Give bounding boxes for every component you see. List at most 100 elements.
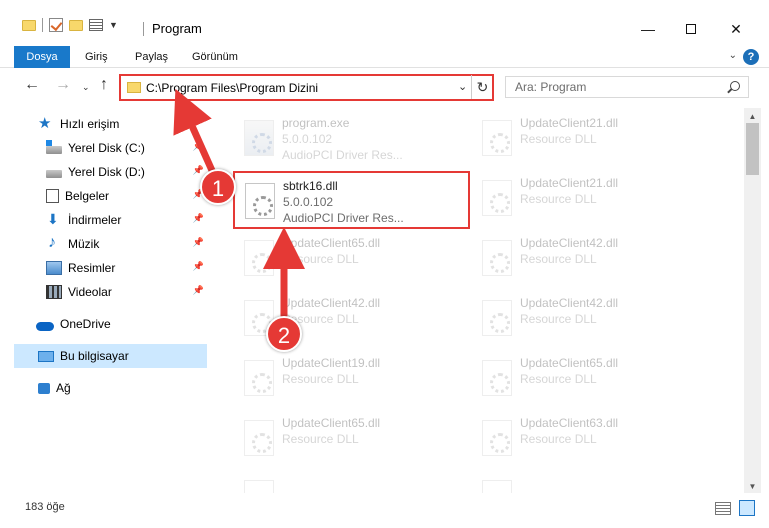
file-item[interactable]: UpdateClient19.dll Resource DLL xyxy=(234,350,464,406)
refresh-icon[interactable]: ↻ xyxy=(471,75,493,99)
close-icon: ✕ xyxy=(730,20,742,37)
customize-view-icon[interactable] xyxy=(89,19,103,31)
back-arrow-icon[interactable]: ← xyxy=(24,76,40,94)
tab-file[interactable]: Dosya xyxy=(14,46,70,68)
navigation-pane: Hızlı erişim Yerel Disk (C:) 📌 Yerel Dis… xyxy=(0,108,212,493)
file-item[interactable]: UpdateClient65.dll Resource DLL xyxy=(234,410,464,466)
pictures-icon xyxy=(46,261,62,275)
sidebar-item-label: Resimler xyxy=(68,261,116,275)
file-name: UpdateClient65.dll xyxy=(282,236,381,250)
new-folder-icon[interactable] xyxy=(69,19,83,31)
dll-file-icon xyxy=(482,480,512,493)
file-name: UpdateClient65.dll xyxy=(520,356,619,370)
file-item[interactable]: UpdateClient65.dll Resource DLL xyxy=(472,350,702,406)
file-name: UpdateClient21.dll xyxy=(520,116,619,130)
sidebar-item-pictures[interactable]: Resimler 📌 xyxy=(46,256,207,280)
download-icon xyxy=(46,211,62,228)
file-type: Resource DLL xyxy=(520,132,597,146)
close-button[interactable]: ✕ xyxy=(713,14,759,44)
cloud-icon xyxy=(36,321,54,331)
details-view-icon[interactable] xyxy=(715,502,731,515)
tab-view[interactable]: Görünüm xyxy=(192,46,238,68)
file-item[interactable]: program.exe 5.0.0.102 AudioPCI Driver Re… xyxy=(234,110,464,166)
search-input[interactable]: Ara: Program xyxy=(505,76,749,98)
vertical-scrollbar[interactable]: ▲ ▼ xyxy=(744,108,761,493)
maximize-button[interactable] xyxy=(668,14,714,44)
file-type: Resource DLL xyxy=(520,252,597,266)
file-item[interactable]: UpdateClient65.dll Resource DLL xyxy=(234,230,464,286)
tiles-view-icon[interactable] xyxy=(739,500,755,516)
file-name: UpdateClient42.dll xyxy=(520,236,619,250)
file-description: AudioPCI Driver Res... xyxy=(282,148,403,162)
pin-icon: 📌 xyxy=(192,261,204,271)
file-type: Resource DLL xyxy=(282,252,359,266)
file-list: program.exe 5.0.0.102 AudioPCI Driver Re… xyxy=(212,108,744,493)
minimize-icon: — xyxy=(641,21,655,37)
network-icon xyxy=(38,382,50,394)
music-icon xyxy=(46,234,62,252)
step-badge-2: 2 xyxy=(266,316,302,352)
chevron-down-icon[interactable]: ⌄ xyxy=(458,80,467,93)
folder-icon xyxy=(127,82,141,93)
sidebar-item-this-pc[interactable]: Bu bilgisayar xyxy=(14,344,207,368)
sidebar-item-drive-c[interactable]: Yerel Disk (C:) 📌 xyxy=(46,136,207,160)
sidebar-item-documents[interactable]: Belgeler 📌 xyxy=(46,184,207,208)
scroll-down-icon[interactable]: ▼ xyxy=(744,482,761,491)
file-item[interactable] xyxy=(472,470,702,493)
address-bar[interactable]: C:\Program Files\Program Dizini ⌄ ↻ xyxy=(119,74,494,101)
file-item-selected[interactable]: sbtrk16.dll 5.0.0.102 AudioPCI Driver Re… xyxy=(233,171,470,229)
file-item[interactable]: UpdateClient42.dll Resource DLL xyxy=(472,230,702,286)
file-type: Resource DLL xyxy=(520,372,597,386)
dll-file-icon xyxy=(482,180,512,216)
ribbon-tabs: Dosya Giriş Paylaş Görünüm ⌄ ? xyxy=(0,46,769,68)
file-name: UpdateClient63.dll xyxy=(520,416,619,430)
dll-file-icon xyxy=(482,420,512,456)
sidebar-item-network[interactable]: Ağ xyxy=(38,376,207,400)
sidebar-item-videos[interactable]: Videolar 📌 xyxy=(46,280,207,304)
pin-icon: 📌 xyxy=(192,141,204,151)
file-type: Resource DLL xyxy=(282,372,359,386)
dll-file-icon xyxy=(482,360,512,396)
file-name: UpdateClient42.dll xyxy=(282,296,381,310)
sidebar-item-label: OneDrive xyxy=(60,317,111,331)
dll-file-icon xyxy=(244,240,274,276)
file-item[interactable] xyxy=(234,470,464,493)
minimize-button[interactable]: — xyxy=(625,14,671,44)
sidebar-item-music[interactable]: Müzik 📌 xyxy=(46,232,207,256)
help-icon[interactable]: ? xyxy=(743,49,759,65)
sidebar-item-drive-d[interactable]: Yerel Disk (D:) 📌 xyxy=(46,160,207,184)
sidebar-item-label: Yerel Disk (C:) xyxy=(68,141,145,155)
file-item[interactable]: UpdateClient21.dll Resource DLL xyxy=(472,170,702,226)
folder-icon xyxy=(22,19,36,31)
tab-home[interactable]: Giriş xyxy=(85,46,108,68)
sidebar-item-label: İndirmeler xyxy=(68,213,122,227)
file-type: Resource DLL xyxy=(282,432,359,446)
sidebar-item-downloads[interactable]: İndirmeler 📌 xyxy=(46,208,207,232)
divider xyxy=(42,18,43,32)
scrollbar-thumb[interactable] xyxy=(746,123,759,175)
sidebar-item-label: Müzik xyxy=(68,237,100,251)
address-path[interactable]: C:\Program Files\Program Dizini xyxy=(146,81,318,95)
file-item[interactable]: UpdateClient21.dll Resource DLL xyxy=(472,110,702,166)
file-item[interactable]: UpdateClient42.dll Resource DLL xyxy=(472,290,702,346)
properties-check-icon[interactable] xyxy=(49,18,63,32)
title-bar: ▼ Program — ✕ xyxy=(0,0,769,44)
expand-ribbon-icon[interactable]: ⌄ xyxy=(729,50,737,61)
videos-icon xyxy=(46,285,62,299)
dll-file-icon xyxy=(245,183,275,219)
tab-share[interactable]: Paylaş xyxy=(135,46,168,68)
file-item[interactable]: UpdateClient63.dll Resource DLL xyxy=(472,410,702,466)
sidebar-item-quick-access[interactable]: Hızlı erişim xyxy=(38,112,207,136)
window-title: Program xyxy=(152,21,202,36)
sidebar-item-onedrive[interactable]: OneDrive xyxy=(36,312,207,336)
up-arrow-icon[interactable]: ↑ xyxy=(100,76,108,94)
recent-locations-icon[interactable]: ⌄ xyxy=(82,82,90,93)
chevron-down-icon[interactable]: ▼ xyxy=(109,20,118,30)
sidebar-item-label: Ağ xyxy=(56,381,71,395)
forward-arrow-icon[interactable]: → xyxy=(55,76,71,94)
item-count: 183 öğe xyxy=(25,501,65,513)
dll-file-icon xyxy=(482,120,512,156)
scroll-up-icon[interactable]: ▲ xyxy=(744,112,761,121)
status-bar: 183 öğe xyxy=(0,496,769,528)
pin-icon: 📌 xyxy=(192,165,204,175)
